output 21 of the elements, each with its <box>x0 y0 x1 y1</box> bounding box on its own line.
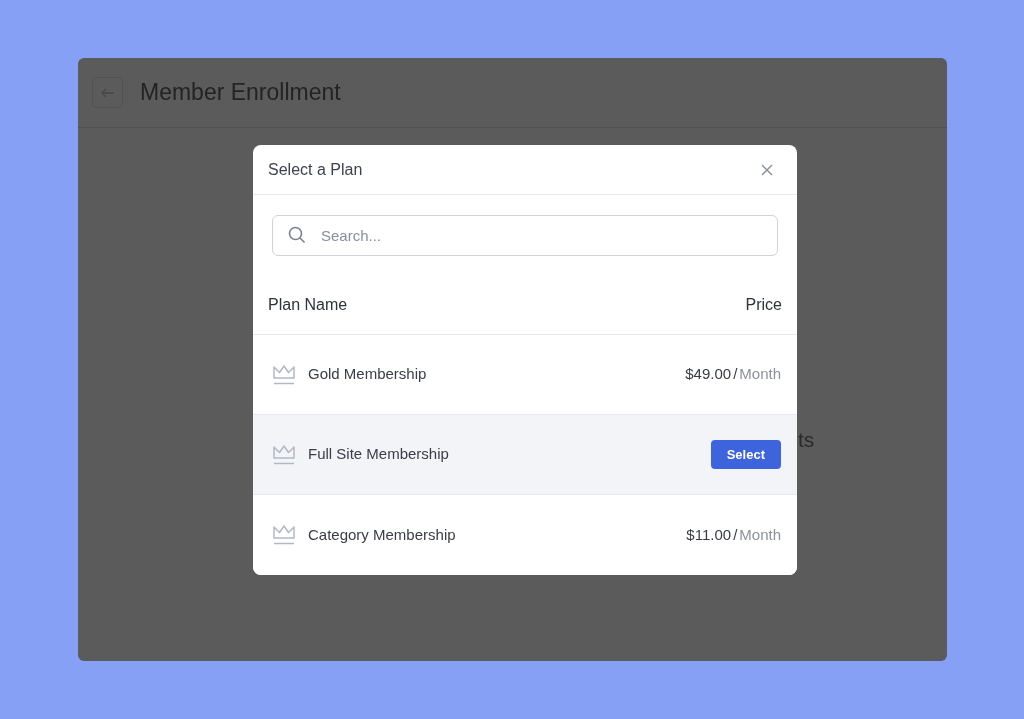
dialog-title: Select a Plan <box>268 159 363 180</box>
column-header: Plan Name <box>268 295 348 315</box>
search-icon <box>288 226 306 244</box>
crown-icon <box>272 363 296 386</box>
crown-icon <box>272 443 296 466</box>
plan-name: Full Site Membership <box>308 444 450 465</box>
select-button[interactable]: Select <box>710 440 781 469</box>
column-header: Price <box>745 295 782 315</box>
billing-period: Month <box>739 524 781 545</box>
plan-price: $11.00 <box>686 524 732 545</box>
plan-price: $49.00 <box>685 364 732 385</box>
page-title: Member Enrollment <box>140 78 341 108</box>
plan-row[interactable]: Full Site Membership Select <box>253 415 797 495</box>
billing-period: Month <box>739 364 781 385</box>
price-separator: / <box>733 364 738 385</box>
plan-name: Category Membership <box>308 524 457 545</box>
close-icon[interactable] <box>761 163 773 176</box>
plan-name: Gold Membership <box>308 364 428 385</box>
crown-icon <box>272 524 296 546</box>
price-separator: / <box>733 524 738 545</box>
search-field[interactable]: Search... <box>272 215 778 256</box>
